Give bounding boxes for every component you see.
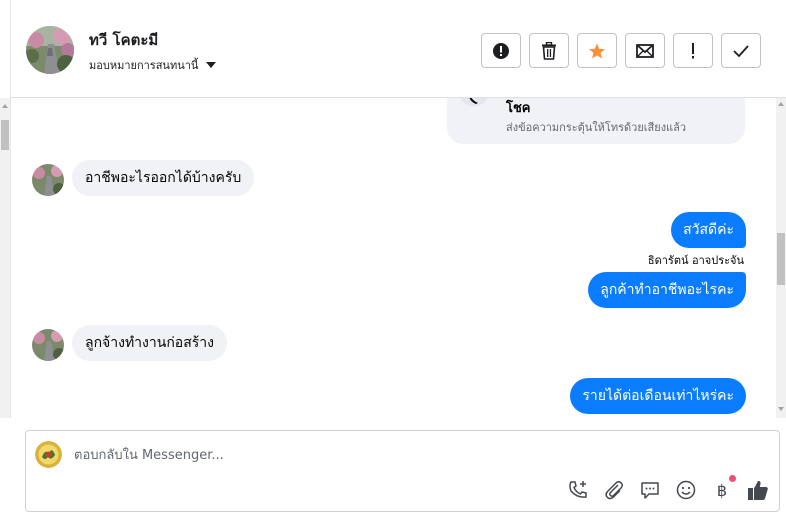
thumbs-up-icon — [748, 480, 768, 500]
check-icon — [733, 44, 749, 57]
header-actions — [481, 33, 761, 68]
assign-conversation-dropdown[interactable]: มอบหมายการสนทนานี้ — [89, 56, 217, 74]
payment-button[interactable]: ฿ — [710, 475, 736, 502]
sender-name: ธิดารัตน์ อาจประจัน — [647, 254, 744, 267]
attach-button[interactable] — [602, 478, 626, 502]
trash-icon — [542, 41, 556, 60]
page-avatar — [35, 441, 62, 468]
star-icon — [589, 43, 605, 58]
exclamation-icon — [692, 42, 694, 58]
follow-up-button[interactable] — [673, 33, 713, 68]
scrollbar-thumb[interactable] — [1, 120, 9, 150]
mark-done-button[interactable] — [721, 33, 761, 68]
page-scrollbar[interactable] — [0, 98, 10, 418]
incoming-message[interactable]: ลูกจ้างทำงานก่อสร้าง — [72, 325, 227, 361]
phone-plus-icon — [569, 481, 587, 498]
call-card-subtitle: ส่งข้อความกระตุ้นให้โทรด้วยเสียงแล้ว — [506, 121, 687, 134]
envelope-icon — [636, 43, 654, 58]
call-button[interactable] — [566, 478, 590, 502]
reply-composer: ฿ — [25, 430, 780, 512]
sender-avatar[interactable] — [32, 164, 64, 196]
message-thread[interactable]: โชค ส่งข้อความกระตุ้นให้โทรด้วยเสียงแล้ว… — [10, 98, 776, 418]
caret-down-icon — [206, 62, 217, 68]
chat-bubble-icon — [641, 482, 659, 499]
notification-dot — [729, 475, 736, 482]
call-prompt-card: โชค ส่งข้อความกระตุ้นให้โทรด้วยเสียงแล้ว — [447, 98, 745, 144]
scrollbar-thumb[interactable] — [777, 233, 785, 285]
thread-scrollbar[interactable] — [776, 98, 786, 418]
baht-icon: ฿ — [716, 480, 728, 500]
sender-avatar[interactable] — [32, 329, 64, 361]
scroll-up-arrow[interactable] — [2, 104, 8, 108]
like-button[interactable] — [746, 478, 770, 502]
outgoing-message[interactable]: ลูกค้าทำอาชีพอะไรคะ — [588, 272, 746, 308]
delete-button[interactable] — [529, 33, 569, 68]
saved-replies-button[interactable] — [638, 478, 662, 502]
reply-input[interactable] — [74, 444, 554, 466]
emoji-button[interactable] — [674, 478, 698, 502]
incoming-message[interactable]: อาชีพอะไรออกได้บ้างครับ — [72, 160, 255, 196]
mark-unread-button[interactable] — [625, 33, 665, 68]
contact-name[interactable]: ทวี โคตะมี — [89, 28, 158, 52]
conversation-header: ทวี โคตะมี มอบหมายการสนทนานี้ — [10, 0, 786, 98]
spam-button[interactable] — [481, 33, 521, 68]
paperclip-icon — [605, 480, 623, 500]
star-button[interactable] — [577, 33, 617, 68]
outgoing-message[interactable]: สวัสดีค่ะ — [671, 212, 746, 248]
alert-icon — [493, 42, 509, 59]
smiley-icon — [676, 480, 696, 500]
outgoing-message[interactable]: รายได้ต่อเดือนเท่าไหร่คะ — [570, 378, 746, 414]
call-card-title: โชค — [506, 101, 531, 116]
contact-avatar[interactable] — [26, 26, 74, 74]
phone-icon — [459, 98, 489, 106]
composer-tools: ฿ — [566, 475, 770, 502]
assign-label: มอบหมายการสนทนานี้ — [89, 59, 199, 72]
scroll-up-arrow[interactable] — [778, 102, 784, 106]
scroll-down-arrow[interactable] — [778, 407, 784, 411]
